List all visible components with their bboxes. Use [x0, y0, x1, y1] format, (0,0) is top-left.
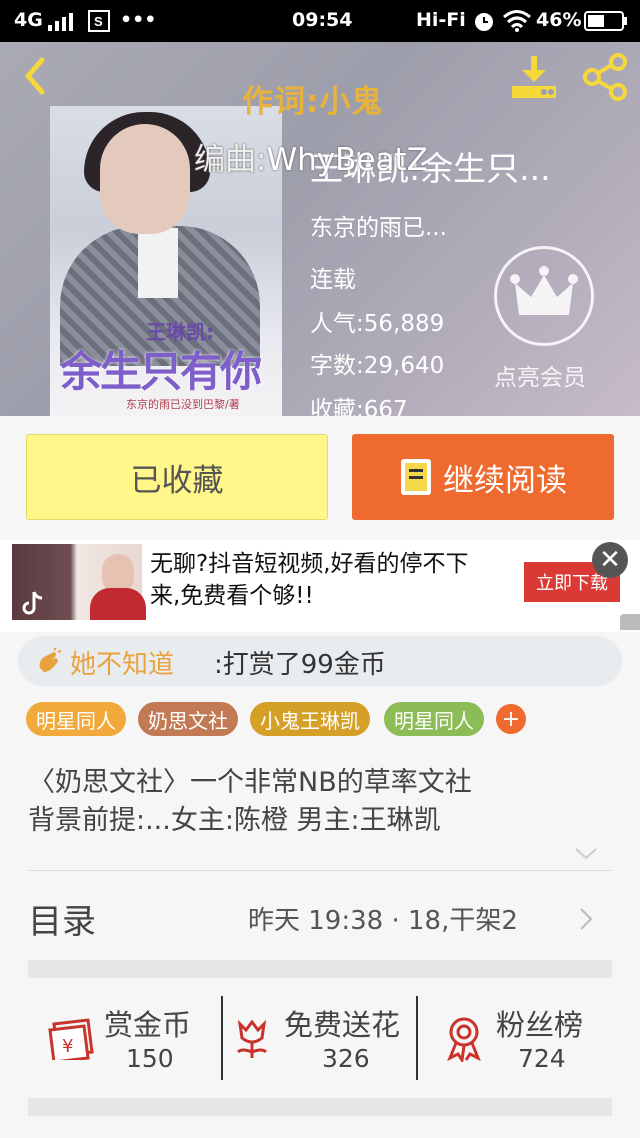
back-button[interactable] — [16, 56, 56, 96]
reward-coins-button[interactable]: ¥ 赏金币 150 — [46, 994, 216, 1078]
book-icon — [401, 459, 431, 495]
favorites-stat: 收藏:667 — [310, 397, 408, 416]
tiktok-icon — [22, 591, 43, 615]
serial-status: 连载 — [310, 267, 356, 293]
back-arrow-icon — [25, 57, 45, 95]
reward-user[interactable]: 她不知道 — [70, 644, 174, 681]
sim-icon: S — [88, 10, 110, 37]
send-flower-label: 免费送花 — [284, 1008, 401, 1042]
svg-text:¥: ¥ — [62, 1036, 73, 1057]
cover-title-line2: 余生只有你 — [60, 347, 262, 396]
share-icon — [583, 53, 627, 101]
ad-thumbnail — [12, 544, 146, 620]
alarm-icon — [472, 9, 496, 38]
more-icon: ••• — [120, 9, 157, 31]
plus-icon: + — [501, 706, 521, 732]
network-indicator: 4G — [14, 9, 43, 31]
section-divider — [28, 960, 612, 978]
tag-1[interactable]: 奶思文社 — [138, 702, 238, 736]
vip-label[interactable]: 点亮会员 — [494, 358, 586, 392]
collected-button[interactable]: 已收藏 — [26, 434, 328, 520]
ad-banner[interactable]: 无聊?抖音短视频,好看的停不下来,免费看个够!! 立即下载 ✕ — [0, 540, 640, 632]
tag-3[interactable]: 明星同人 — [384, 702, 484, 736]
tag-2[interactable]: 小鬼王琳凯 — [250, 702, 370, 736]
chevron-right-icon[interactable] — [578, 906, 594, 932]
share-button[interactable] — [580, 52, 630, 102]
continue-reading-button[interactable]: 继续阅读 — [352, 434, 614, 520]
toc-latest-update[interactable]: 昨天 19:38 · 18,干架2 — [248, 900, 518, 937]
fans-ranking-button[interactable]: 粉丝榜 724 — [440, 994, 620, 1078]
fans-ranking-label: 粉丝榜 — [496, 1008, 584, 1042]
fans-ranking-count: 724 — [518, 1044, 566, 1073]
reward-message: :打赏了99金币 — [214, 650, 386, 680]
download-button[interactable] — [508, 54, 560, 102]
battery-icon — [584, 11, 628, 36]
ad-text: 无聊?抖音短视频,好看的停不下来,免费看个够!! — [150, 551, 469, 609]
composer-credit: 编曲:WhyBeatZ — [194, 142, 428, 178]
close-icon: ✕ — [599, 545, 621, 575]
intro-line-2: 背景前提:...女主:陈橙 男主:王琳凯 — [28, 805, 441, 836]
reward-coins-count: 150 — [126, 1044, 174, 1073]
hifi-label: Hi-Fi — [416, 9, 466, 31]
toc-label[interactable]: 目录 — [28, 894, 96, 943]
flower-icon — [236, 1019, 268, 1058]
popularity-stat: 人气:56,889 — [310, 311, 445, 337]
add-tag-button[interactable]: + — [496, 704, 526, 734]
send-flower-button[interactable]: 免费送花 326 — [232, 994, 412, 1078]
divider — [416, 996, 418, 1080]
vip-button[interactable] — [494, 246, 594, 346]
book-header: 王琳凯: 余生只有你 东京的雨已没到巴黎/著 作词:小鬼 王琳凯:余生只... … — [0, 42, 640, 416]
send-flower-count: 326 — [322, 1044, 370, 1073]
ad-close-button[interactable]: ✕ — [592, 542, 628, 578]
cover-byline: 东京的雨已没到巴黎/著 — [126, 398, 240, 411]
signal-icon — [48, 11, 80, 36]
divider — [28, 870, 612, 871]
crown-icon — [510, 266, 578, 315]
status-bar: 4G S ••• 09:54 Hi-Fi 46% — [0, 0, 640, 42]
section-divider — [28, 1098, 612, 1116]
svg-text:S: S — [94, 14, 103, 29]
intro-line-1: 〈奶思文社〉一个非常NB的草率文社 — [28, 767, 472, 798]
download-icon — [512, 56, 556, 98]
ad-badge-icon — [620, 614, 640, 630]
medal-icon — [447, 1017, 481, 1062]
battery-percent: 46% — [536, 9, 582, 31]
expand-chevron-icon[interactable] — [574, 846, 598, 862]
red-envelope-icon: ¥ — [48, 1018, 94, 1060]
word-count-stat: 字数:29,640 — [310, 353, 445, 379]
tag-0[interactable]: 明星同人 — [26, 702, 126, 736]
clap-icon — [39, 648, 62, 672]
divider — [221, 996, 223, 1080]
clock: 09:54 — [292, 9, 353, 31]
reward-notice: 她不知道 :打赏了99金币 — [18, 636, 622, 686]
book-intro[interactable]: 〈奶思文社〉一个非常NB的草率文社 背景前提:...女主:陈橙 男主:王琳凯 — [28, 764, 618, 840]
wifi-icon — [502, 9, 532, 38]
book-author[interactable]: 东京的雨已... — [310, 208, 447, 242]
reward-coins-label: 赏金币 — [104, 1008, 192, 1042]
lyric-credit: 作词:小鬼 — [242, 84, 384, 120]
